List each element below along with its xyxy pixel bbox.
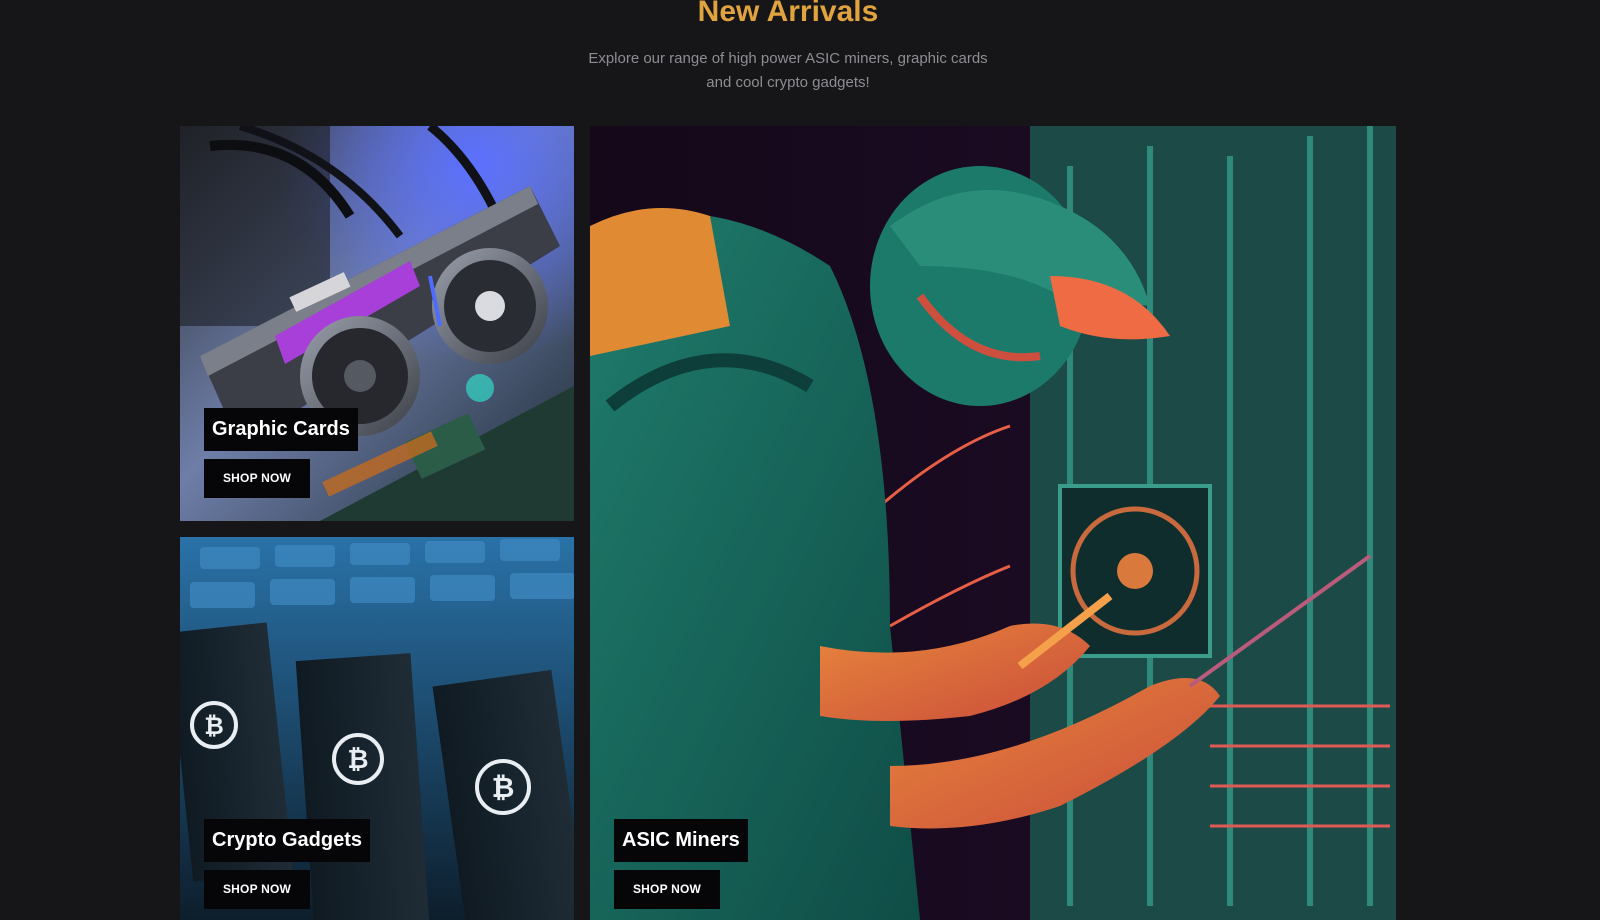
category-label: Graphic Cards <box>204 408 358 451</box>
new-arrivals-page: New Arrivals Explore our range of high p… <box>0 0 1600 920</box>
section-subtitle: Explore our range of high power ASIC min… <box>588 50 988 91</box>
category-card-graphic-cards[interactable]: Graphic Cards SHOP NOW <box>180 126 574 521</box>
svg-text:₿: ₿ <box>204 712 224 740</box>
category-label: ASIC Miners <box>614 819 748 862</box>
shop-now-button[interactable]: SHOP NOW <box>614 870 720 909</box>
category-label: Crypto Gadgets <box>204 819 371 862</box>
category-card-crypto-gadgets[interactable]: ₿ ₿ ₿ Crypto Gadgets SHOP NOW <box>180 537 574 920</box>
shop-now-button[interactable]: SHOP NOW <box>204 459 310 498</box>
crypto-gadgets-image: ₿ ₿ ₿ <box>180 537 574 920</box>
svg-text:₿: ₿ <box>492 771 515 804</box>
asic-miner-technician-image <box>590 126 1396 920</box>
shop-now-button[interactable]: SHOP NOW <box>204 870 310 909</box>
category-card-asic-miners[interactable]: ASIC Miners SHOP NOW <box>590 126 1396 920</box>
section-title: New Arrivals <box>697 0 879 28</box>
svg-text:₿: ₿ <box>347 745 368 775</box>
